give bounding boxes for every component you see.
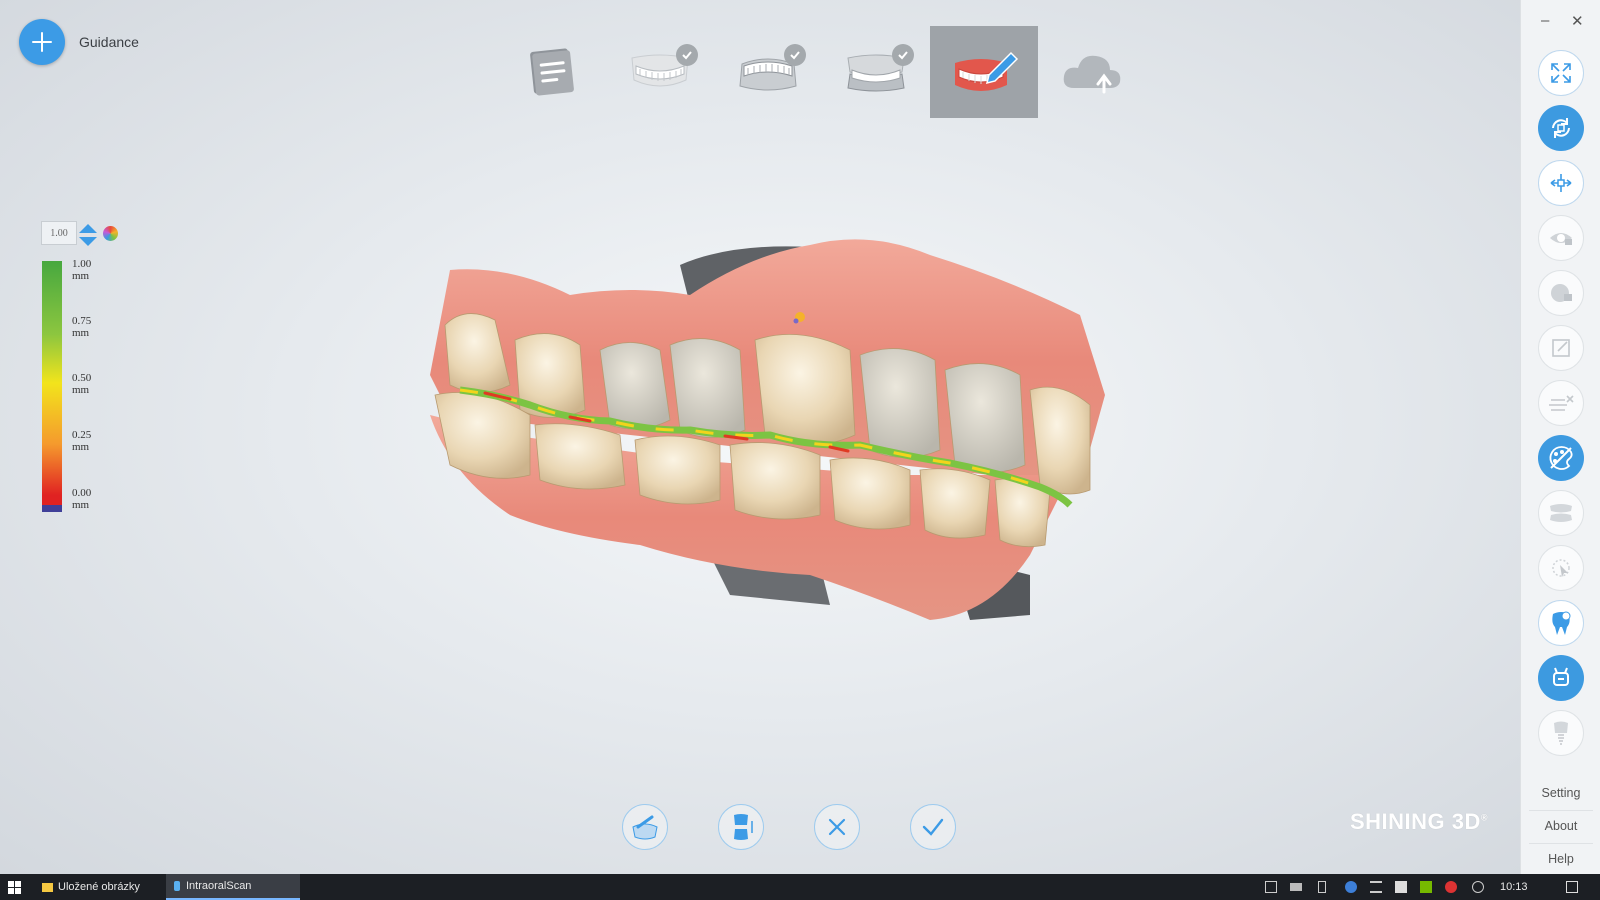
divider <box>1529 843 1593 844</box>
cancel-icon <box>828 818 846 836</box>
trim-tool-button[interactable] <box>622 804 668 850</box>
tooth-segment-button[interactable] <box>718 804 764 850</box>
fit-view-icon <box>1551 63 1571 83</box>
confirm-button[interactable] <box>910 804 956 850</box>
step-complete-badge <box>892 44 914 66</box>
guidance-label: Guidance <box>79 34 139 50</box>
cloud-upload-icon <box>1063 55 1121 94</box>
legend-tick: 1.00 mm <box>72 258 92 282</box>
guidance[interactable]: Guidance <box>19 19 139 65</box>
scanner-icon <box>1553 667 1569 686</box>
check-icon <box>898 51 908 60</box>
scan-workspace[interactable]: Guidance 1.00 1.00 mm 0.75 mm 0.50 mm 0.… <box>0 0 1520 874</box>
rotate-icon <box>1552 118 1570 138</box>
help-link[interactable]: Help <box>1521 852 1600 866</box>
jaw-split-icon <box>1550 504 1572 522</box>
tool-trim-plane[interactable] <box>1538 380 1584 426</box>
workflow-steps <box>498 26 1146 118</box>
trim-tool-icon <box>632 815 658 840</box>
tool-scanner[interactable] <box>1538 655 1584 701</box>
divider <box>1529 810 1593 811</box>
color-map-icon <box>1549 446 1573 470</box>
color-scale-negative <box>42 505 62 512</box>
tooth-segment-icon <box>734 814 753 840</box>
edit-jaw-icon <box>955 51 1019 91</box>
step-upload[interactable] <box>1038 26 1146 118</box>
brand-logo: SHINING 3D® <box>1350 809 1488 835</box>
about-link[interactable]: About <box>1521 819 1600 833</box>
trim-plane-icon <box>1549 395 1574 411</box>
select-icon <box>1552 559 1570 577</box>
legend-tick: 0.50 mm <box>72 372 92 396</box>
step-edit[interactable] <box>930 26 1038 118</box>
implant-icon <box>1554 721 1568 745</box>
texture-lock-icon <box>1551 284 1572 302</box>
legend-tick: 0.00 mm <box>72 487 92 511</box>
windows-start-icon[interactable] <box>8 881 21 894</box>
dental-scan-model[interactable] <box>390 225 1150 645</box>
tray-antivirus-icon[interactable] <box>1445 881 1457 893</box>
clock: 10:13 <box>1500 881 1528 893</box>
step-complete-badge <box>676 44 698 66</box>
tray-nvidia-icon[interactable] <box>1420 881 1432 893</box>
step-order-info[interactable] <box>498 26 606 118</box>
cancel-button[interactable] <box>814 804 860 850</box>
range-input[interactable]: 1.00 <box>41 221 77 245</box>
tooth-app-icon <box>174 881 180 891</box>
tray-security-icon[interactable] <box>1395 881 1407 893</box>
tool-select[interactable] <box>1538 545 1584 591</box>
tool-texture-lock[interactable] <box>1538 270 1584 316</box>
folder-icon <box>42 882 53 892</box>
setting-link[interactable]: Setting <box>1521 786 1600 800</box>
brand-name: SHINING 3D <box>1350 809 1481 834</box>
step-lower-jaw[interactable] <box>714 26 822 118</box>
tool-implant[interactable] <box>1538 710 1584 756</box>
tool-tooth[interactable] <box>1538 600 1584 646</box>
tool-color-map[interactable] <box>1538 435 1584 481</box>
tool-jaw-split[interactable] <box>1538 490 1584 536</box>
tray-screen-icon[interactable] <box>1265 881 1277 893</box>
tray-usb-icon[interactable] <box>1318 881 1326 893</box>
legend-tick: 0.25 mm <box>72 429 92 453</box>
tooth-icon <box>1552 611 1571 635</box>
tool-rotate[interactable] <box>1538 105 1584 151</box>
taskbar-item-label: Uložené obrázky <box>58 881 140 893</box>
tray-battery-icon[interactable] <box>1290 883 1302 891</box>
tool-fit-view[interactable] <box>1538 50 1584 96</box>
step-bite[interactable] <box>822 26 930 118</box>
guidance-button[interactable] <box>19 19 65 65</box>
taskbar: Uložené obrázky IntraoralScan 10:13 <box>0 874 1600 900</box>
plus-icon <box>32 32 52 52</box>
color-palette-icon[interactable] <box>103 226 118 241</box>
edit-note-icon <box>1552 339 1570 357</box>
pan-icon <box>1550 174 1572 192</box>
step-upper-jaw[interactable] <box>606 26 714 118</box>
close-icon[interactable]: ✕ <box>1571 12 1584 30</box>
tool-visibility-lock[interactable] <box>1538 215 1584 261</box>
visibility-lock-icon <box>1550 233 1572 245</box>
tray-keyboard-icon[interactable] <box>1370 881 1382 893</box>
minimize-icon[interactable]: – <box>1541 12 1549 29</box>
taskbar-item-intraoralscan[interactable]: IntraoralScan <box>166 874 300 900</box>
check-icon <box>682 51 692 60</box>
tool-pan[interactable] <box>1538 160 1584 206</box>
document-icon <box>530 48 574 96</box>
tray-network-icon[interactable] <box>1472 881 1484 893</box>
check-icon <box>790 51 800 60</box>
legend-tick: 0.75 mm <box>72 315 92 339</box>
taskbar-item-saved-pictures[interactable]: Uložené obrázky <box>34 874 164 900</box>
range-spinner-icon[interactable] <box>78 223 98 247</box>
step-complete-badge <box>784 44 806 66</box>
brand-registered-mark: ® <box>1480 812 1489 823</box>
taskbar-item-label: IntraoralScan <box>186 880 252 892</box>
confirm-icon <box>922 818 944 836</box>
tray-bluetooth-icon[interactable] <box>1345 881 1357 893</box>
color-scale-bar <box>42 261 62 505</box>
tool-edit-note[interactable] <box>1538 325 1584 371</box>
right-toolbar: – ✕ Setting About Help <box>1520 0 1600 874</box>
notification-icon[interactable] <box>1566 881 1578 893</box>
